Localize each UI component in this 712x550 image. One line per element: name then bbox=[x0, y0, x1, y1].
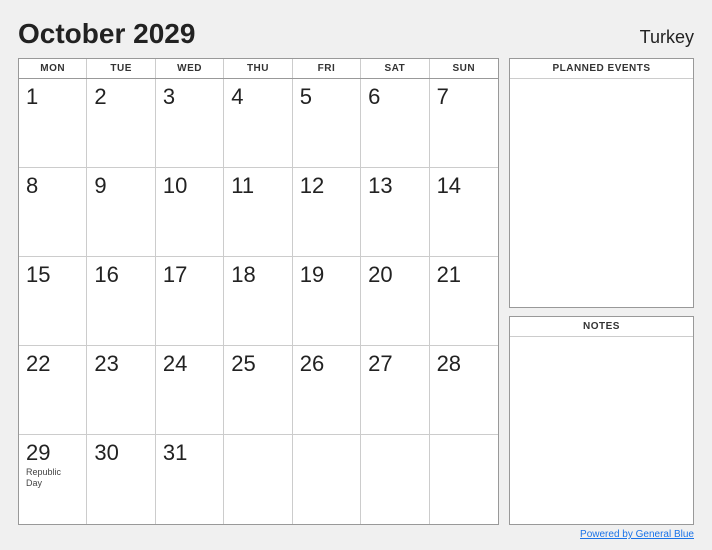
day-number: 30 bbox=[94, 441, 147, 465]
calendar-cell-empty bbox=[430, 435, 498, 524]
day-number: 8 bbox=[26, 174, 79, 198]
day-header: MON bbox=[19, 59, 87, 78]
calendar-cell: 25 bbox=[224, 346, 292, 435]
calendar-cell: 9 bbox=[87, 168, 155, 257]
calendar-cell: 31 bbox=[156, 435, 224, 524]
calendar-cell: 20 bbox=[361, 257, 429, 346]
planned-events-header: PLANNED EVENTS bbox=[510, 59, 693, 79]
notes-panel: NOTES bbox=[509, 316, 694, 525]
calendar-cell: 19 bbox=[293, 257, 361, 346]
day-header: SAT bbox=[361, 59, 429, 78]
calendar-cell: 7 bbox=[430, 79, 498, 168]
calendar-cell: 17 bbox=[156, 257, 224, 346]
planned-events-panel: PLANNED EVENTS bbox=[509, 58, 694, 308]
planned-events-body bbox=[510, 79, 693, 307]
calendar-cell: 12 bbox=[293, 168, 361, 257]
calendar-cell: 30 bbox=[87, 435, 155, 524]
calendar-cell: 24 bbox=[156, 346, 224, 435]
calendar-cell-empty bbox=[361, 435, 429, 524]
calendar-cell: 28 bbox=[430, 346, 498, 435]
calendar-cell: 11 bbox=[224, 168, 292, 257]
country-title: Turkey bbox=[640, 27, 694, 48]
day-header: THU bbox=[224, 59, 292, 78]
day-number: 24 bbox=[163, 352, 216, 376]
day-number: 11 bbox=[231, 174, 284, 198]
page: October 2029 Turkey MONTUEWEDTHUFRISATSU… bbox=[0, 0, 712, 550]
day-number: 21 bbox=[437, 263, 491, 287]
calendar-cell: 3 bbox=[156, 79, 224, 168]
event-label: Republic Day bbox=[26, 467, 79, 489]
calendar-cell-empty bbox=[293, 435, 361, 524]
calendar-section: MONTUEWEDTHUFRISATSUN 123456789101112131… bbox=[18, 58, 499, 525]
calendar-cell: 10 bbox=[156, 168, 224, 257]
day-number: 25 bbox=[231, 352, 284, 376]
calendar-cell: 14 bbox=[430, 168, 498, 257]
day-number: 17 bbox=[163, 263, 216, 287]
calendar-cell: 29Republic Day bbox=[19, 435, 87, 524]
day-header: TUE bbox=[87, 59, 155, 78]
day-number: 18 bbox=[231, 263, 284, 287]
day-number: 15 bbox=[26, 263, 79, 287]
right-section: PLANNED EVENTS NOTES bbox=[509, 58, 694, 525]
day-number: 6 bbox=[368, 85, 421, 109]
day-number: 23 bbox=[94, 352, 147, 376]
calendar-cell: 26 bbox=[293, 346, 361, 435]
day-number: 20 bbox=[368, 263, 421, 287]
day-header: SUN bbox=[430, 59, 498, 78]
day-number: 5 bbox=[300, 85, 353, 109]
calendar-cell: 5 bbox=[293, 79, 361, 168]
calendar-cell-empty bbox=[224, 435, 292, 524]
day-number: 16 bbox=[94, 263, 147, 287]
day-number: 31 bbox=[163, 441, 216, 465]
day-number: 7 bbox=[437, 85, 491, 109]
calendar-cell: 1 bbox=[19, 79, 87, 168]
day-number: 29 bbox=[26, 441, 79, 465]
day-headers: MONTUEWEDTHUFRISATSUN bbox=[19, 59, 498, 79]
day-number: 13 bbox=[368, 174, 421, 198]
calendar-cell: 21 bbox=[430, 257, 498, 346]
calendar-cell: 4 bbox=[224, 79, 292, 168]
day-header: FRI bbox=[293, 59, 361, 78]
day-number: 27 bbox=[368, 352, 421, 376]
day-number: 28 bbox=[437, 352, 491, 376]
calendar-cell: 18 bbox=[224, 257, 292, 346]
day-header: WED bbox=[156, 59, 224, 78]
footer-link[interactable]: Powered by General Blue bbox=[580, 529, 694, 540]
calendar-cell: 22 bbox=[19, 346, 87, 435]
calendar-cell: 16 bbox=[87, 257, 155, 346]
day-number: 22 bbox=[26, 352, 79, 376]
calendar-cell: 23 bbox=[87, 346, 155, 435]
calendar-cell: 2 bbox=[87, 79, 155, 168]
month-title: October 2029 bbox=[18, 18, 195, 50]
day-number: 10 bbox=[163, 174, 216, 198]
notes-header: NOTES bbox=[510, 317, 693, 337]
day-number: 14 bbox=[437, 174, 491, 198]
calendar-cell: 15 bbox=[19, 257, 87, 346]
day-number: 1 bbox=[26, 85, 79, 109]
footer: Powered by General Blue bbox=[18, 529, 694, 540]
calendar-grid: 1234567891011121314151617181920212223242… bbox=[19, 79, 498, 524]
calendar-cell: 6 bbox=[361, 79, 429, 168]
day-number: 12 bbox=[300, 174, 353, 198]
header: October 2029 Turkey bbox=[18, 18, 694, 50]
day-number: 2 bbox=[94, 85, 147, 109]
day-number: 3 bbox=[163, 85, 216, 109]
day-number: 9 bbox=[94, 174, 147, 198]
calendar-cell: 8 bbox=[19, 168, 87, 257]
day-number: 26 bbox=[300, 352, 353, 376]
main-content: MONTUEWEDTHUFRISATSUN 123456789101112131… bbox=[18, 58, 694, 525]
calendar-cell: 27 bbox=[361, 346, 429, 435]
calendar-cell: 13 bbox=[361, 168, 429, 257]
day-number: 4 bbox=[231, 85, 284, 109]
day-number: 19 bbox=[300, 263, 353, 287]
notes-body bbox=[510, 337, 693, 524]
